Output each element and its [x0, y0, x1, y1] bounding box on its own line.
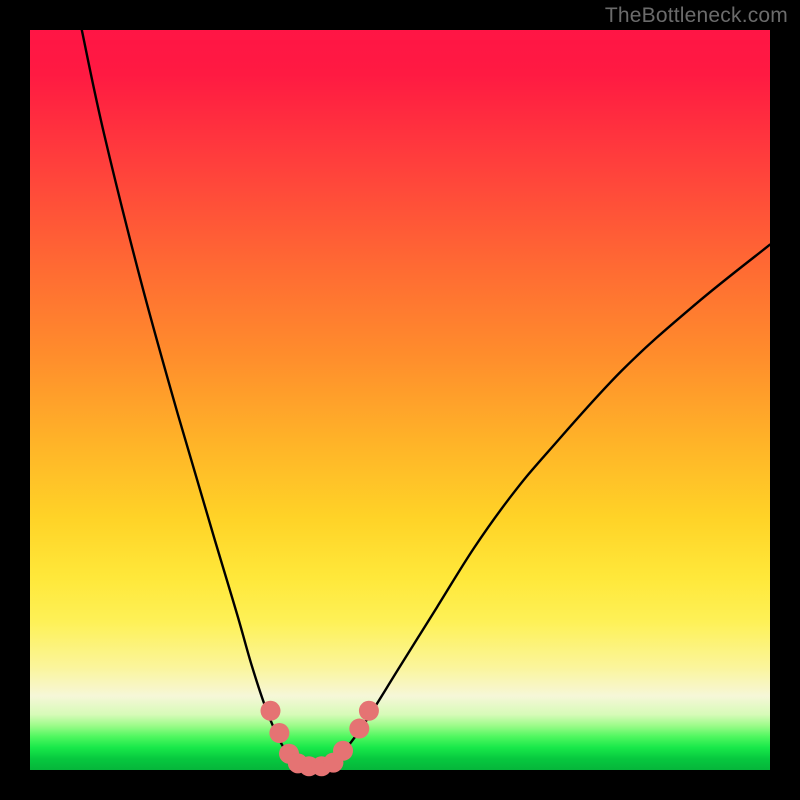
- data-marker: [359, 701, 379, 721]
- data-marker: [349, 719, 369, 739]
- chart-frame: TheBottleneck.com: [0, 0, 800, 800]
- curve-layer: [30, 30, 770, 770]
- bottleneck-curve: [82, 30, 770, 767]
- data-marker: [269, 723, 289, 743]
- data-marker: [333, 741, 353, 761]
- watermark-text: TheBottleneck.com: [605, 4, 788, 28]
- data-marker: [261, 701, 281, 721]
